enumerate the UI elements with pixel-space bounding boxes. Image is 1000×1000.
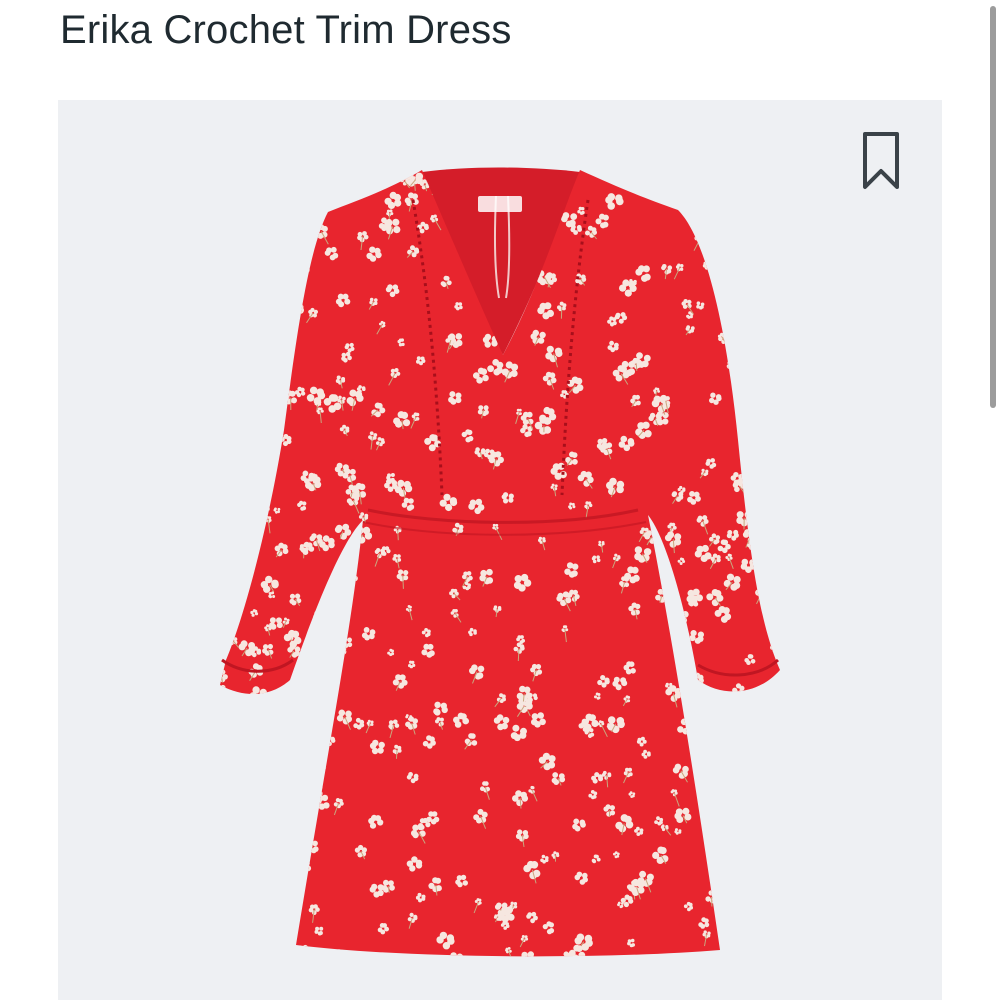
dress-photo bbox=[58, 100, 942, 1000]
scrollbar-thumb[interactable] bbox=[990, 6, 996, 408]
save-bookmark-button[interactable] bbox=[856, 128, 906, 194]
scrollbar[interactable] bbox=[989, 0, 997, 1000]
product-title: Erika Crochet Trim Dress bbox=[60, 8, 512, 52]
product-image[interactable] bbox=[58, 100, 942, 1000]
product-page: Erika Crochet Trim Dress bbox=[0, 0, 1000, 1000]
bookmark-icon bbox=[863, 132, 899, 189]
